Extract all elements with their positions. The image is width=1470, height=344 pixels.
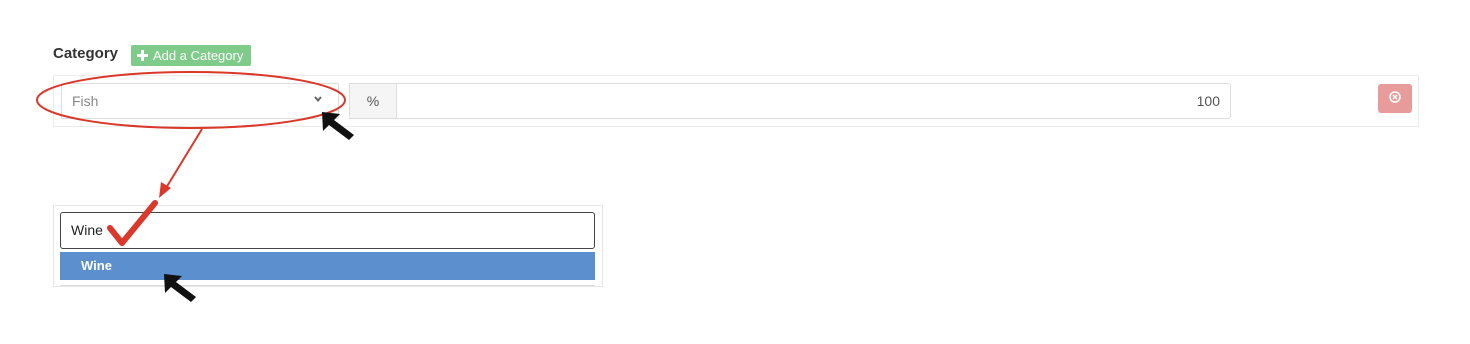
chevron-down-icon[interactable] (314, 95, 322, 103)
percent-addon: % (349, 83, 397, 119)
dropdown-list-bottom (60, 280, 595, 286)
annotation-arrowhead (159, 182, 171, 198)
plus-icon (137, 50, 148, 61)
category-select-value: Fish (72, 93, 99, 109)
percent-input[interactable]: 100 (396, 83, 1231, 119)
add-category-label: Add a Category (153, 48, 244, 63)
dropdown-search-input[interactable]: Wine (60, 212, 595, 249)
category-label: Category (53, 45, 119, 62)
add-category-button[interactable]: Add a Category (131, 45, 251, 66)
category-select[interactable] (61, 83, 339, 119)
dropdown-option-wine[interactable]: Wine (60, 252, 595, 280)
remove-row-button[interactable] (1378, 84, 1412, 113)
annotation-arrow-line (165, 128, 203, 189)
circle-x-icon (1389, 91, 1401, 103)
